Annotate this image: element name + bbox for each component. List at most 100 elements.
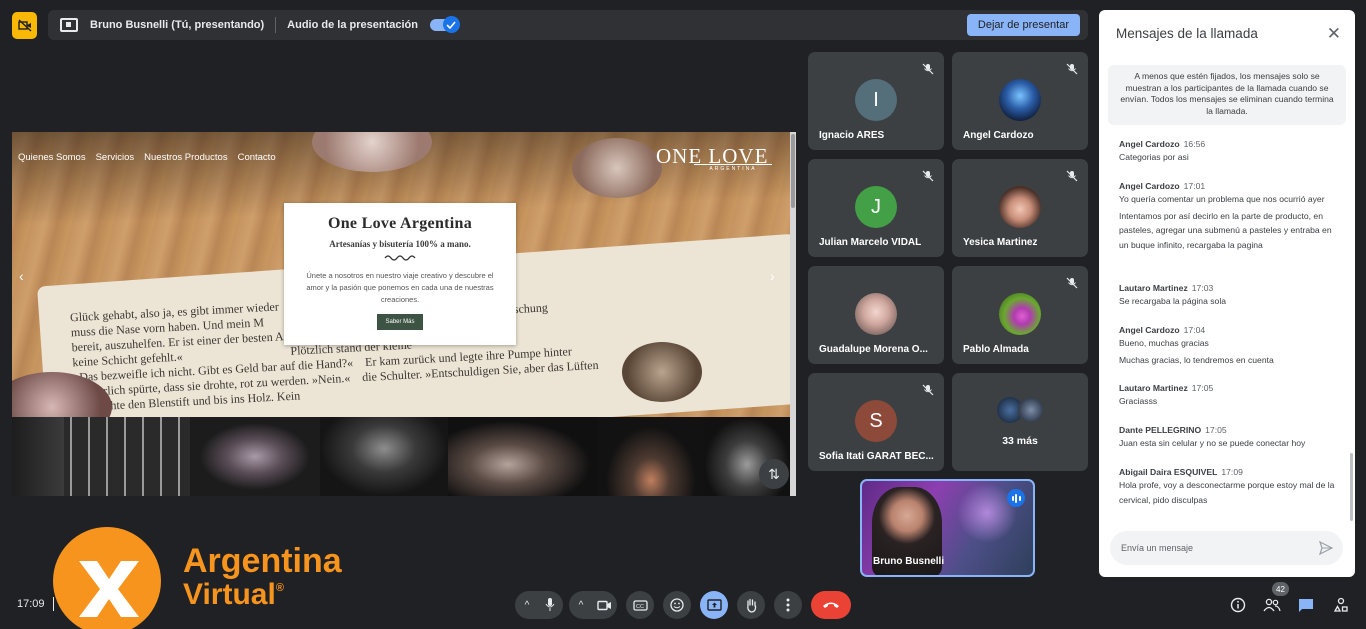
wave-divider-icon — [384, 255, 416, 261]
avatar — [999, 79, 1041, 121]
message-time: 17:04 — [1183, 325, 1206, 335]
participant-tile[interactable]: I Ignacio ARES — [808, 52, 944, 150]
chat-scrollbar[interactable] — [1350, 453, 1353, 521]
participant-tile[interactable]: S Sofia Itati GARAT BEC... — [808, 373, 944, 471]
nav-servicios[interactable]: Servicios — [96, 152, 135, 163]
camera-control[interactable]: ^ — [569, 591, 617, 619]
close-icon[interactable]: ✕ — [1327, 25, 1341, 42]
self-view-tile[interactable]: Bruno Busnelli — [860, 479, 1035, 577]
message-text: Graciasss — [1119, 396, 1158, 406]
message-text: Yo quería comentar un problema que nos o… — [1119, 194, 1325, 204]
participant-tile[interactable]: Pablo Almada — [952, 266, 1088, 364]
chevron-up-icon[interactable]: ^ — [570, 600, 592, 611]
people-icon[interactable] — [1262, 596, 1282, 614]
brand-name-line2-text: Virtual — [183, 578, 276, 611]
saber-mas-button[interactable]: Saber Más — [377, 314, 423, 330]
chat-message: Angel Cardozo 16:56 Categorias por asi — [1119, 139, 1341, 165]
participant-tile[interactable]: Guadalupe Morena O... — [808, 266, 944, 364]
chat-notice: A menos que estén fijados, los mensajes … — [1108, 65, 1346, 125]
participant-name: Guadalupe Morena O... — [819, 344, 928, 355]
present-screen-icon — [706, 599, 722, 611]
raise-hand-button[interactable] — [737, 591, 765, 619]
gallery-image[interactable] — [12, 417, 64, 496]
chat-message: Dante PELLEGRINO 17:05 Juan esta sin celu… — [1119, 425, 1341, 451]
message-author: Angel Cardozo — [1119, 139, 1180, 149]
gallery-image[interactable] — [64, 417, 190, 496]
message-text: Intentamos por así decirlo en la parte d… — [1119, 210, 1332, 250]
message-text: Bueno, muchas gracias — [1119, 338, 1209, 348]
gallery-image[interactable] — [448, 417, 598, 496]
more-options-button[interactable] — [774, 591, 802, 619]
more-participants-tile[interactable]: 33 más — [952, 373, 1088, 471]
more-participants-label: 33 más — [1002, 435, 1038, 447]
mic-off-icon — [922, 63, 934, 75]
reactions-button[interactable] — [663, 591, 691, 619]
microphone-icon[interactable] — [538, 598, 562, 612]
chat-icon[interactable] — [1296, 596, 1316, 614]
brand-name-line1: Argentina — [183, 542, 342, 580]
nav-contacto[interactable]: Contacto — [238, 152, 276, 163]
nav-quienes-somos[interactable]: Quienes Somos — [18, 152, 86, 163]
message-author: Lautaro Martinez — [1119, 383, 1188, 393]
hero-card: One Love Argentina Artesanías y bisuterí… — [284, 203, 516, 345]
gallery-image[interactable] — [598, 417, 704, 496]
message-author: Lautaro Martinez — [1119, 283, 1188, 293]
registered-mark: ® — [275, 582, 284, 594]
pinecone-decoration — [622, 342, 702, 402]
stop-presenting-button[interactable]: Dejar de presentar — [966, 14, 1080, 36]
site-hero: Glück gehabt, also ja, es gibt immer wie… — [12, 132, 796, 457]
camera-off-icon[interactable] — [12, 12, 37, 39]
avatar: I — [855, 79, 897, 121]
captions-button[interactable]: CC — [626, 591, 654, 619]
participant-name: Julian Marcelo VIDAL — [819, 237, 922, 248]
mic-off-icon — [1066, 170, 1078, 182]
site-logo-subtitle: ARGENTINA — [694, 164, 772, 172]
chevron-up-icon[interactable]: ^ — [516, 600, 538, 611]
chat-message: Abigail Daira ESQUIVEL 17:09 Hola profe, … — [1119, 467, 1341, 507]
participant-name: Angel Cardozo — [963, 130, 1034, 141]
mic-control[interactable]: ^ — [515, 591, 563, 619]
message-time: 17:05 — [1205, 425, 1227, 435]
hero-card-title: One Love Argentina — [327, 215, 473, 232]
participant-tile[interactable]: Yesica Martinez — [952, 159, 1088, 257]
emoji-icon — [670, 598, 684, 612]
participant-name: Pablo Almada — [963, 344, 1029, 355]
meeting-info-icon[interactable] — [1228, 596, 1248, 614]
message-author: Abigail Daira ESQUIVEL — [1119, 467, 1218, 477]
carousel-next-icon[interactable]: › — [770, 268, 775, 284]
self-name: Bruno Busnelli — [873, 556, 945, 567]
brand-logo — [53, 527, 161, 629]
crystal-decoration — [572, 138, 662, 198]
nav-nuestros-productos[interactable]: Nuestros Productos — [144, 152, 227, 163]
raise-hand-icon — [746, 598, 756, 613]
message-time: 16:56 — [1183, 139, 1206, 149]
chat-message-input[interactable]: Envía un mensaje — [1110, 531, 1343, 565]
message-author: Angel Cardozo — [1119, 325, 1180, 335]
avatar: J — [855, 186, 897, 228]
message-text: Juan esta sin celular y no se puede cone… — [1119, 438, 1306, 448]
participant-tile[interactable]: J Julian Marcelo VIDAL — [808, 159, 944, 257]
send-icon[interactable] — [1319, 541, 1333, 555]
present-button[interactable] — [700, 591, 728, 619]
swap-layout-icon[interactable]: ⇅ — [759, 459, 789, 489]
chat-message: Angel Cardozo 17:01 Yo quería comentar un… — [1119, 181, 1341, 252]
message-time: 17:03 — [1191, 283, 1214, 293]
presentation-audio-toggle[interactable] — [429, 16, 460, 33]
presentation-bar: Bruno Busnelli (Tú, presentando) Audio d… — [48, 10, 1088, 40]
brand-name-line2: Virtual® — [183, 578, 284, 612]
carousel-prev-icon[interactable]: ‹ — [19, 268, 24, 284]
chat-message: Angel Cardozo 17:04 Bueno, muchas gracias… — [1119, 325, 1341, 367]
scrollbar-thumb[interactable] — [791, 134, 795, 208]
message-time: 17:09 — [1221, 467, 1243, 477]
activities-icon[interactable] — [1331, 596, 1351, 614]
camera-icon[interactable] — [592, 600, 616, 611]
gallery-image[interactable] — [190, 417, 320, 496]
screen-scrollbar[interactable] — [790, 132, 796, 496]
mic-off-icon — [1066, 277, 1078, 289]
leave-call-button[interactable] — [811, 591, 851, 619]
message-author: Angel Cardozo — [1119, 181, 1180, 191]
presented-screen: Glück gehabt, also ja, es gibt immer wie… — [12, 132, 796, 496]
participant-tile[interactable]: Angel Cardozo — [952, 52, 1088, 150]
gallery-image[interactable] — [320, 417, 448, 496]
avatar — [999, 186, 1041, 228]
